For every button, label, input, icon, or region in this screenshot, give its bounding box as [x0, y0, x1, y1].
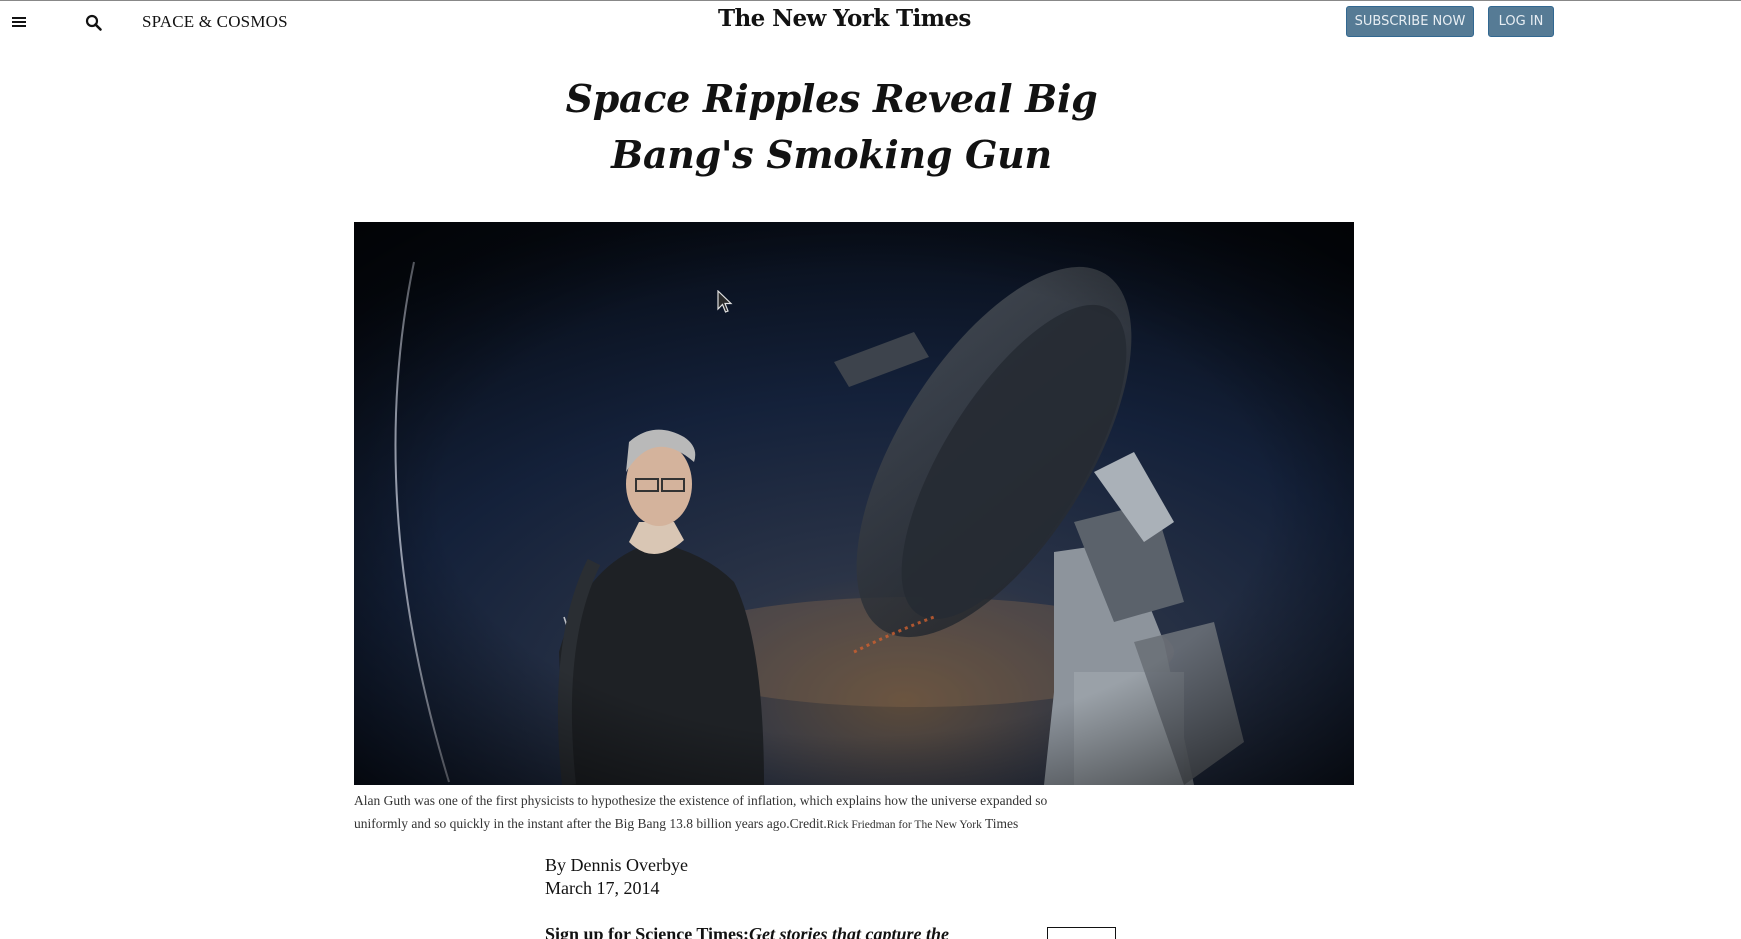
signup-label: Sign up for Science Times:: [545, 924, 750, 939]
masthead: SPACE & COSMOS The New York Times SUBSCR…: [0, 1, 1741, 45]
magnifier-icon: [85, 14, 102, 31]
subscribe-button[interactable]: SUBSCRIBE NOW: [1346, 6, 1474, 37]
signup-description: Get stories that capture the: [749, 924, 950, 939]
login-button[interactable]: LOG IN: [1488, 6, 1554, 37]
menu-button[interactable]: [10, 12, 27, 32]
credit-prefix: Credit.: [789, 816, 827, 831]
article-page: SPACE & COSMOS The New York Times SUBSCR…: [0, 0, 1741, 939]
byline[interactable]: By Dennis Overbye: [545, 854, 688, 877]
hamburger-menu-icon: [12, 17, 26, 19]
section-link[interactable]: SPACE & COSMOS: [142, 12, 288, 32]
article-headline: Space Ripples Reveal Big Bang's Smoking …: [565, 76, 1098, 177]
nyt-logo[interactable]: The New York Times: [718, 5, 971, 32]
publish-date: March 17, 2014: [545, 878, 660, 898]
newsletter-promo: Sign up for Science Times:Get stories th…: [545, 923, 949, 939]
lead-photo[interactable]: [354, 222, 1354, 785]
search-button[interactable]: [84, 13, 104, 33]
signup-button[interactable]: [1047, 927, 1116, 939]
photo-credit: Rick Friedman for The New York: [826, 819, 982, 831]
photo-credit-tail: Times: [981, 816, 1019, 831]
photo-caption: Alan Guth was one of the first physicist…: [354, 789, 1094, 837]
